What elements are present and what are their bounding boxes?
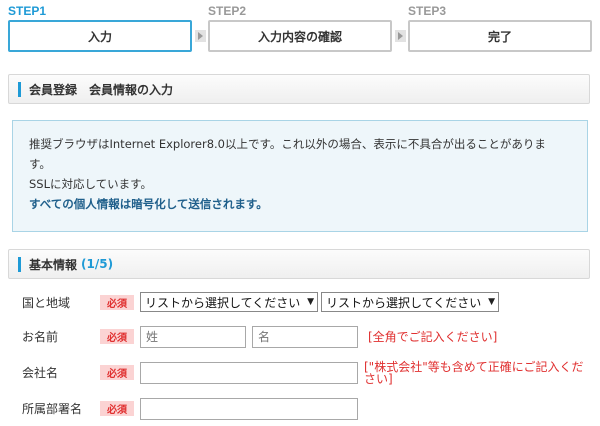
step-arrow-icon [195, 30, 206, 42]
step-arrow-icon [395, 30, 406, 42]
form-row-department: 所属部署名 必須 [0, 396, 600, 420]
info-encryption-text: すべての個人情報は暗号化して送信されます。 [29, 197, 268, 211]
info-ssl-text: SSLに対応しています。 [29, 177, 153, 191]
form-row-country: 国と地域 必須 リストから選択してください ▼ リストから選択してください ▼ [0, 290, 600, 314]
section-step-count: (1/5) [81, 257, 114, 271]
region-select[interactable]: リストから選択してください ▼ [321, 292, 499, 312]
required-badge: 必須 [100, 329, 134, 344]
company-hint-line1: ["株式会社"等も含めて正確にご記入くだ [364, 360, 584, 374]
required-badge: 必須 [100, 401, 134, 416]
first-name-input[interactable] [252, 326, 358, 348]
section-accent-bar [18, 81, 21, 97]
last-name-input[interactable] [140, 326, 246, 348]
info-box: 推奨ブラウザはInternet Explorer8.0以上です。これ以外の場合、… [12, 120, 588, 232]
step-1-box: 入力 [8, 20, 192, 52]
section-title: 基本情報 [29, 257, 78, 272]
step-3: STEP3 完了 [408, 4, 592, 52]
company-hint-line2: さい] [364, 372, 393, 386]
field-label: 国と地域 [22, 296, 71, 310]
required-badge: 必須 [100, 365, 134, 380]
country-select[interactable]: リストから選択してください ▼ [140, 292, 318, 312]
company-input[interactable] [140, 362, 358, 384]
country-select-value: リストから選択してください [145, 295, 301, 310]
step-3-label: STEP3 [408, 4, 447, 18]
department-input[interactable] [140, 398, 358, 420]
form-row-company: 会社名 必須 ["株式会社"等も含めて正確にご記入くだ さい] [0, 360, 600, 385]
region-select-value: リストから選択してください [326, 295, 482, 310]
form-row-name: お名前 必須 [全角でご記入ください] [0, 324, 600, 348]
field-label: お名前 [22, 330, 59, 344]
info-browser-text-cont: す。 [29, 157, 51, 171]
chevron-down-icon: ▼ [307, 297, 314, 307]
section-title: 会員登録 会員情報の入力 [29, 82, 174, 97]
step-indicator: STEP1 入力 STEP2 入力内容の確認 STEP3 完了 [8, 4, 592, 60]
step-2-label: STEP2 [208, 4, 247, 18]
company-hint: ["株式会社"等も含めて正確にご記入くだ さい] [364, 361, 583, 385]
step-1-label: STEP1 [8, 4, 47, 18]
step-1: STEP1 入力 [8, 4, 192, 52]
section-accent-bar [18, 256, 21, 272]
info-browser-text: 推奨ブラウザはInternet Explorer8.0以上です。これ以外の場合、… [29, 137, 546, 151]
step-2: STEP2 入力内容の確認 [208, 4, 392, 52]
required-badge: 必須 [100, 295, 134, 310]
chevron-down-icon: ▼ [488, 297, 495, 307]
field-label: 会社名 [22, 366, 59, 380]
section-header-registration: 会員登録 会員情報の入力 [8, 74, 590, 104]
section-header-basic-info: 基本情報 (1/5) [8, 249, 590, 279]
step-2-box: 入力内容の確認 [208, 20, 392, 52]
field-label: 所属部署名 [22, 402, 83, 416]
step-3-box: 完了 [408, 20, 592, 52]
name-hint: [全角でご記入ください] [368, 330, 498, 344]
